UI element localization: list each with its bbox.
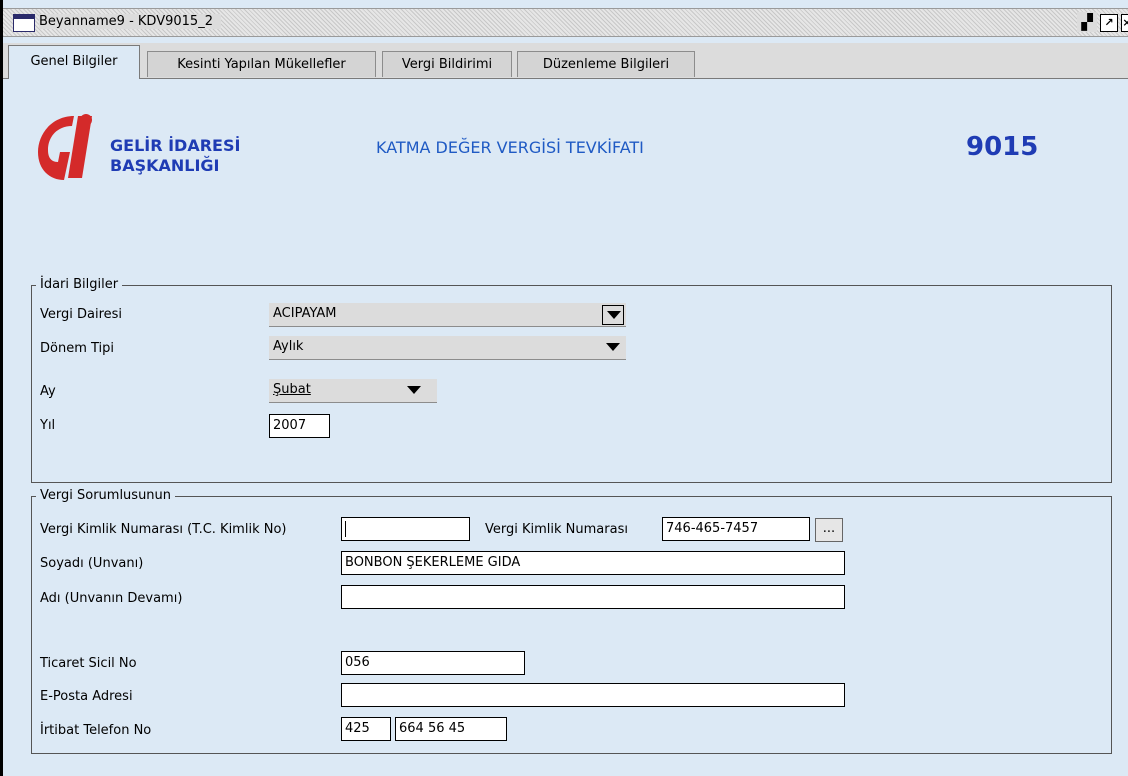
donem-tipi-value: Aylık [273,339,304,354]
idari-bilgiler-legend: İdari Bilgiler [36,277,123,292]
adi-input[interactable] [341,585,845,609]
donem-tipi-label: Dönem Tipi [40,341,115,356]
form-code: 9015 [966,132,1039,162]
ticaret-sicil-label: Ticaret Sicil No [40,656,137,671]
form-title: KATMA DEĞER VERGİSİ TEVKİFATI [376,138,644,157]
vergi-dairesi-select[interactable]: ACIPAYAM [269,303,626,327]
donem-tipi-select[interactable]: Aylık [269,336,626,360]
vergi-dairesi-label: Vergi Dairesi [40,307,123,322]
soyadi-input[interactable]: BONBON ŞEKERLEME GIDA [341,551,845,575]
vergi-dairesi-value: ACIPAYAM [273,306,337,321]
org-name-line1: GELİR İDARESİ [110,136,241,155]
tab-genel-bilgiler[interactable]: Genel Bilgiler [8,45,140,79]
tab-kesinti-yapilan[interactable]: Kesinti Yapılan Mükellefler [147,51,376,77]
yil-input[interactable]: 2007 [269,414,330,438]
dropdown-arrow-icon[interactable] [602,305,624,325]
tckn-label: Vergi Kimlik Numarası (T.C. Kimlik No) [40,522,287,537]
text-cursor [345,520,346,537]
telefon-label: İrtibat Telefon No [40,723,152,738]
yil-label: Yıl [40,418,56,433]
restore-icon[interactable]: ▞ [1077,12,1097,32]
ay-label: Ay [40,384,56,399]
dropdown-arrow-icon[interactable] [606,343,620,351]
window-title: Beyanname9 - KDV9015_2 [39,14,221,29]
telefon-number-input[interactable]: 664 56 45 [395,717,507,741]
org-name-line2: BAŞKANLIĞI [110,156,220,175]
title-bar[interactable]: Beyanname9 - KDV9015_2 ▞ ↗ × [3,8,1128,37]
ay-value: Şubat [273,382,311,397]
org-name: GELİR İDARESİ BAŞKANLIĞI [110,136,240,176]
tab-duzenleme-bilgileri[interactable]: Düzenleme Bilgileri [517,51,695,77]
dropdown-arrow-icon[interactable] [407,386,421,394]
ticaret-sicil-input[interactable]: 056 [341,651,525,675]
declaration-window: Beyanname9 - KDV9015_2 ▞ ↗ × Genel Bilgi… [0,0,1128,776]
vkn-browse-button[interactable]: ... [815,518,843,542]
window-icon [13,14,35,32]
tckn-input[interactable] [341,517,470,541]
vkn-label: Vergi Kimlik Numarası [485,522,628,537]
maximize-icon[interactable]: ↗ [1100,14,1118,32]
gib-logo [38,114,92,180]
ay-select[interactable]: Şubat [269,379,437,403]
soyadi-label: Soyadı (Unvanı) [40,556,144,571]
eposta-label: E-Posta Adresi [40,689,133,704]
vkn-input[interactable]: 746-465-7457 [662,517,810,541]
tab-vergi-bildirimi[interactable]: Vergi Bildirimi [382,51,512,77]
tab-bar: Genel Bilgiler Kesinti Yapılan Mükellefl… [3,43,1128,79]
adi-label: Adı (Unvanın Devamı) [40,591,183,606]
vergi-sorumlusu-legend: Vergi Sorumlusunun [36,488,176,503]
eposta-input[interactable] [341,683,845,707]
close-icon[interactable]: × [1121,14,1128,32]
telefon-area-input[interactable]: 425 [341,717,391,741]
